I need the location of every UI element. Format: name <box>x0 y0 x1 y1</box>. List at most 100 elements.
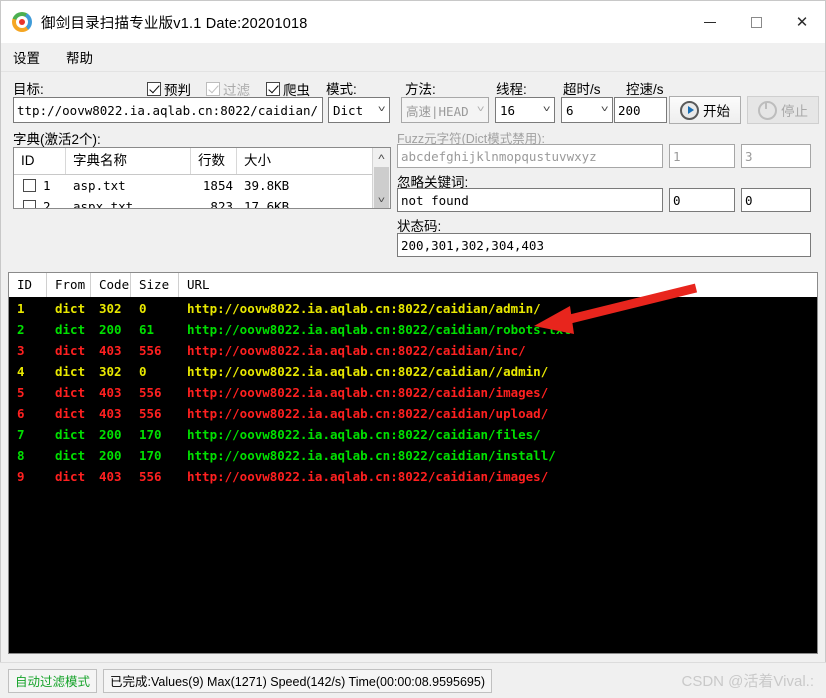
status-bar: 自动过滤模式 已完成:Values(9) Max(1271) Speed(142… <box>0 662 826 698</box>
results-cell-url: http://oovw8022.ia.aqlab.cn:8022/caidian… <box>187 385 549 400</box>
threads-label: 线程: <box>496 82 527 97</box>
dictionary-row-id: 1 <box>43 178 51 193</box>
results-cell-from: dict <box>55 343 86 358</box>
results-cell-url: http://oovw8022.ia.aqlab.cn:8022/caidian… <box>187 469 549 484</box>
checkbox-crawler-label: 爬虫 <box>283 83 310 98</box>
watermark: CSDN @活着Vival.: <box>681 673 814 690</box>
status-code-input[interactable]: 200,301,302,304,403 <box>397 233 811 257</box>
results-cell-code: 200 <box>99 448 122 463</box>
method-label: 方法: <box>405 82 436 97</box>
start-button[interactable]: 开始 <box>669 96 741 124</box>
dictionary-row[interactable]: 2 aspx.txt 823 17.6KB <box>14 196 390 209</box>
dictionary-row-lines: 1854 <box>202 178 233 193</box>
results-cell-size: 0 <box>139 364 147 379</box>
results-cell-size: 170 <box>139 448 162 463</box>
method-select[interactable]: 高速|HEAD ˅ <box>401 97 489 123</box>
ignore-input[interactable]: not found <box>397 188 663 212</box>
results-cell-url: http://oovw8022.ia.aqlab.cn:8022/caidian… <box>187 406 549 421</box>
mode-select[interactable]: Dict ˅ <box>328 97 390 123</box>
start-button-label: 开始 <box>703 104 730 119</box>
close-icon[interactable]: ✕ <box>779 1 825 43</box>
results-row[interactable]: 5 dict 403 556 http://oovw8022.ia.aqlab.cn:8… <box>9 382 817 403</box>
status-progress: 已完成:Values(9) Max(1271) Speed(142/s) Tim… <box>103 668 492 693</box>
menu-item-settings[interactable]: 设置 <box>13 47 40 67</box>
chevron-up-icon[interactable]: ˄ <box>370 148 390 165</box>
threads-select[interactable]: 16 ˅ <box>495 97 555 123</box>
results-cell-code: 200 <box>99 427 122 442</box>
results-cell-size: 61 <box>139 322 155 337</box>
mode-select-value: Dict <box>333 102 364 118</box>
scanner-circle-icon <box>12 12 32 32</box>
results-row[interactable]: 2 dict 200 61 http://oovw8022.ia.aqlab.cn:80… <box>9 319 817 340</box>
results-col-url: URL <box>187 277 210 292</box>
results-row[interactable]: 3 dict 403 556 http://oovw8022.ia.aqlab.cn:8… <box>9 340 817 361</box>
results-cell-size: 556 <box>139 406 162 421</box>
results-cell-from: dict <box>55 469 86 484</box>
target-label: 目标: <box>13 82 44 97</box>
dictionary-row-checkbox[interactable] <box>23 200 36 208</box>
stop-button: 停止 <box>747 96 819 124</box>
results-cell-size: 170 <box>139 427 162 442</box>
checkbox-prejudge[interactable]: 预判 <box>147 79 191 99</box>
ignore-num2-input[interactable]: 0 <box>741 188 811 212</box>
results-col-from: From <box>47 273 91 297</box>
results-cell-code: 302 <box>99 301 122 316</box>
dictionary-col-lines: 行数 <box>191 148 237 174</box>
power-icon <box>758 100 777 120</box>
target-input[interactable]: ttp://oovw8022.ia.aqlab.cn:8022/caidian/ <box>13 97 323 123</box>
results-body[interactable]: 1 dict 302 0 http://oovw8022.ia.aqlab.cn:802… <box>9 298 817 487</box>
results-row[interactable]: 4 dict 302 0 http://oovw8022.ia.aqlab.cn:802… <box>9 361 817 382</box>
dictionary-col-name: 字典名称 <box>66 148 191 174</box>
results-cell-from: dict <box>55 448 86 463</box>
minimize-icon[interactable] <box>687 1 733 43</box>
chevron-down-icon[interactable]: ˅ <box>370 191 390 208</box>
ignore-num1-input[interactable]: 0 <box>669 188 735 212</box>
chevron-down-icon: ˅ <box>542 105 551 115</box>
results-header: ID From Code Size URL <box>9 273 817 298</box>
results-cell-id: 3 <box>17 343 25 358</box>
dictionary-row-id: 2 <box>43 199 51 209</box>
dictionary-row-name: aspx.txt <box>73 199 134 209</box>
menu-bar: 设置 帮助 <box>1 43 825 72</box>
timeout-label: 超时/s <box>563 82 601 97</box>
fuzz-min-input: 1 <box>669 144 735 168</box>
chevron-down-icon: ˅ <box>377 105 386 115</box>
results-row[interactable]: 8 dict 200 170 http://oovw8022.ia.aqlab.cn:8… <box>9 445 817 466</box>
fuzz-input: abcdefghijklnmopqustuvwxyz <box>397 144 663 168</box>
checkbox-filter[interactable]: 过滤 <box>206 79 250 99</box>
dictionary-scrollbar[interactable]: ˄ ˅ <box>372 148 390 208</box>
dictionary-title: 字典(激活2个): <box>13 132 101 147</box>
results-row[interactable]: 1 dict 302 0 http://oovw8022.ia.aqlab.cn:802… <box>9 298 817 319</box>
results-cell-size: 556 <box>139 343 162 358</box>
checkbox-prejudge-box[interactable] <box>147 82 161 96</box>
results-cell-from: dict <box>55 322 86 337</box>
results-row[interactable]: 7 dict 200 170 http://oovw8022.ia.aqlab.cn:8… <box>9 424 817 445</box>
dictionary-row-size: 17.6KB <box>244 199 290 209</box>
results-table[interactable]: ID From Code Size URL 1 dict 302 0 http://oo… <box>8 272 818 654</box>
checkbox-filter-box[interactable] <box>206 82 220 96</box>
results-cell-id: 8 <box>17 448 25 463</box>
title-bar: 御剑目录扫描专业版v1.1 Date:20201018 ✕ <box>1 1 825 43</box>
dictionary-col-id: ID <box>14 148 66 174</box>
dictionary-row-checkbox[interactable] <box>23 179 36 192</box>
speed-label: 控速/s <box>626 82 664 97</box>
dictionary-list[interactable]: ID 字典名称 行数 大小 1 asp.txt 1854 39.8KB 2 as… <box>13 147 391 209</box>
play-icon <box>680 100 699 120</box>
speed-input[interactable]: 200 <box>614 97 667 123</box>
results-row[interactable]: 9 dict 403 556 http://oovw8022.ia.aqlab.cn:8… <box>9 466 817 487</box>
timeout-select-value: 6 <box>566 102 574 118</box>
results-cell-code: 403 <box>99 343 122 358</box>
timeout-select[interactable]: 6 ˅ <box>561 97 613 123</box>
checkbox-crawler[interactable]: 爬虫 <box>266 79 310 99</box>
results-row[interactable]: 6 dict 403 556 http://oovw8022.ia.aqlab.cn:8… <box>9 403 817 424</box>
results-cell-code: 302 <box>99 364 122 379</box>
menu-item-help[interactable]: 帮助 <box>66 47 93 67</box>
checkbox-filter-label: 过滤 <box>223 83 250 98</box>
threads-select-value: 16 <box>500 102 516 118</box>
dictionary-row-lines: 823 <box>210 199 233 209</box>
maximize-icon[interactable] <box>733 1 779 43</box>
dictionary-col-size: 大小 <box>244 153 271 168</box>
status-code-label: 状态码: <box>397 219 442 234</box>
checkbox-crawler-box[interactable] <box>266 82 280 96</box>
dictionary-row[interactable]: 1 asp.txt 1854 39.8KB <box>14 175 390 196</box>
